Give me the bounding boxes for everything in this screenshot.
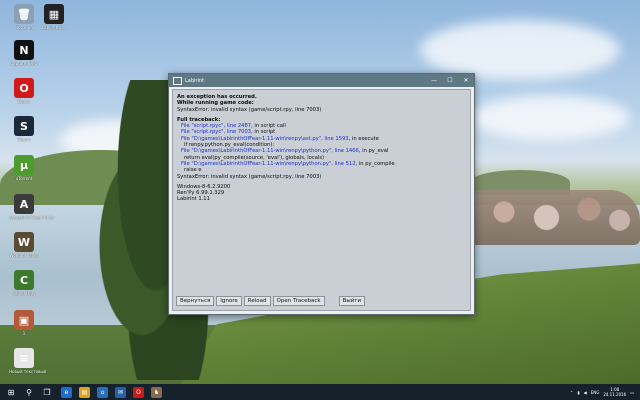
desktop-icon[interactable]: S Steam <box>9 116 39 142</box>
desktop-icon-glyph: µ <box>14 155 34 175</box>
taskbar-app-icon[interactable]: e <box>61 386 72 398</box>
reload-button[interactable]: Reload <box>243 296 271 306</box>
notifications-icon[interactable]: ▭ <box>630 390 634 395</box>
desktop-icon-glyph: C <box>14 270 34 290</box>
desktop-icon-label: uTorrent <box>15 176 33 181</box>
traceback-file-ref: File "script.rpyc", line 7003 <box>181 129 252 136</box>
desktop-icon[interactable]: ≡ Новый текстовый <box>9 348 47 374</box>
desktop-icon-glyph: A <box>14 194 34 214</box>
desktop-icon[interactable]: N Capture NX-D <box>9 40 39 66</box>
desktop-icon-label: Capture NX-D <box>10 61 38 66</box>
task-view-icon[interactable]: ❐ <box>40 385 54 399</box>
desktop-icon[interactable]: O Opera <box>9 78 39 104</box>
rollback-button[interactable]: Вернуться <box>176 296 215 306</box>
ignore-button[interactable]: Ignore <box>216 296 242 306</box>
traceback-file-ref: File "D:\games\LabirinthOfFear-1.11-win\… <box>181 148 359 155</box>
system-tray: ⌃ ▮ ◀ ENG 1:08 24.11.2016 ▭ <box>570 384 634 400</box>
traceback-text: An exception has occurred. While running … <box>177 94 466 203</box>
volume-icon[interactable]: ◀ <box>584 390 587 395</box>
desktop-icon[interactable]: W World of Tanks <box>9 232 39 258</box>
desktop-icon-label: Assassin's Creed Unity <box>9 215 55 220</box>
taskbar-app-icon[interactable]: ♞ <box>151 386 162 398</box>
maximize-button[interactable]: ☐ <box>442 74 458 87</box>
window-title: Labirint <box>185 77 204 84</box>
desktop-icon-glyph: S <box>14 116 34 136</box>
desktop-icon[interactable]: 🗑 Корзина <box>9 4 39 30</box>
desktop-icon-label: 1 <box>22 331 26 336</box>
desktop-icon[interactable]: A Assassin's Creed Unity <box>9 194 55 220</box>
language-indicator[interactable]: ENG <box>591 390 600 395</box>
exception-window: Labirint — ☐ ✕ An exception has occurred… <box>168 73 475 315</box>
taskbar-app-icon[interactable]: ✉ <box>115 386 126 398</box>
desktop-icon[interactable]: C Call of Duty <box>9 270 39 296</box>
taskbar: ⊞ ⚲ ❐ e ▤ ⌂ ✉ O ♞ ⌃ ▮ ◀ ENG 1:08 24.11.2016 ▭ <box>0 384 640 400</box>
network-icon[interactable]: ▮ <box>577 390 579 395</box>
desktop-icon[interactable]: ▣ 1 <box>9 310 39 336</box>
taskbar-app-icon[interactable]: ▤ <box>79 386 90 398</box>
desktop-icon-glyph: ▦ <box>44 4 64 24</box>
traceback-func: , in py_eval <box>358 148 389 155</box>
traceback-func: , in execute <box>348 135 379 142</box>
desktop-icon-glyph: O <box>14 78 34 98</box>
close-button[interactable]: ✕ <box>458 74 474 87</box>
traceback-func: , in script <box>251 129 276 136</box>
tray-arrow-icon[interactable]: ⌃ <box>570 390 573 395</box>
desktop-icon-glyph: ▣ <box>14 310 34 330</box>
desktop-icon-label: Call of Duty <box>12 291 36 296</box>
cloud <box>470 95 630 140</box>
desktop-icon-label: Labirinth1... <box>41 25 67 30</box>
search-icon[interactable]: ⚲ <box>22 385 36 399</box>
traceback-file-ref: File "D:\games\LabirinthOfFear-1.11-win\… <box>181 135 349 142</box>
traceback-panel: An exception has occurred. While running … <box>172 89 471 311</box>
traceback-file-ref: File "script.rpyc", line 2487 <box>181 123 252 130</box>
desktop-icon-label: World of Tanks <box>9 253 39 258</box>
action-buttons: Вернуться Ignore Reload Open Traceback В… <box>176 296 366 306</box>
desktop-icon-label: Opera <box>17 99 31 104</box>
desktop-icon-glyph: W <box>14 232 34 252</box>
rocks <box>470 190 640 245</box>
desktop-icon-label: Steam <box>17 137 31 142</box>
window-titlebar[interactable]: Labirint — ☐ ✕ <box>169 74 474 87</box>
minimize-button[interactable]: — <box>426 74 442 87</box>
desktop-icon-glyph: N <box>14 40 34 60</box>
traceback-func: , in script call <box>251 123 286 130</box>
traceback-line: Labirint 1.11 <box>177 196 210 203</box>
desktop-icon-label: Корзина <box>15 25 33 30</box>
desktop-icon[interactable]: µ uTorrent <box>9 155 39 181</box>
cloud <box>420 20 620 80</box>
start-button[interactable]: ⊞ <box>4 385 18 399</box>
traceback-func: , in py_compile <box>355 160 395 167</box>
traceback-file-ref: File "D:\games\LabirinthOfFear-1.11-win\… <box>181 160 356 167</box>
taskbar-app-icon[interactable]: ⌂ <box>97 386 108 398</box>
desktop-icon-glyph: 🗑 <box>14 4 34 24</box>
app-icon <box>173 76 182 85</box>
desktop-icon-label: Новый текстовый <box>9 369 47 374</box>
taskbar-apps: e ▤ ⌂ ✉ O ♞ <box>54 386 162 398</box>
clock-date: 24.11.2016 <box>603 392 627 397</box>
desktop-icon[interactable]: ▦ Labirinth1... <box>39 4 69 30</box>
exit-button[interactable]: Выйти <box>338 296 366 306</box>
desktop-icon-glyph: ≡ <box>14 348 34 368</box>
open-traceback-button[interactable]: Open Traceback <box>272 296 325 306</box>
clock[interactable]: 1:08 24.11.2016 <box>603 387 626 397</box>
taskbar-app-icon[interactable]: O <box>133 386 144 398</box>
